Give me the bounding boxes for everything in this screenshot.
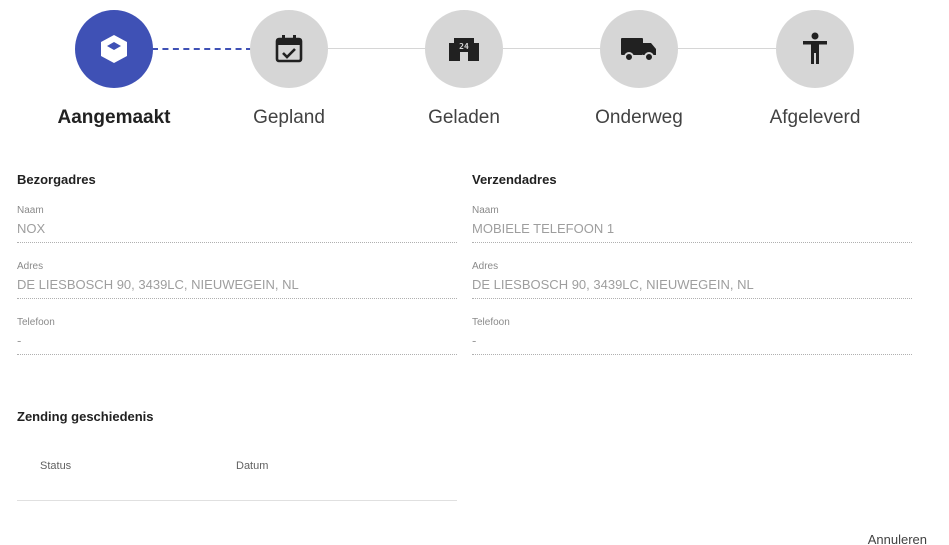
box-icon [101,35,127,63]
step-label: Gepland [253,107,325,128]
name-field: Naam MOBIELE TELEFOON 1 [472,205,912,261]
shipment-detail-page: Aangemaakt Gepland 24 Geladen Onderweg A… [0,0,949,545]
field-label: Telefoon [17,317,55,328]
warehouse-24-icon: 24 [449,38,479,61]
person-icon [803,32,827,64]
section-title: Zending geschiedenis [17,409,154,424]
step-label: Onderweg [595,107,683,128]
step-onderweg[interactable]: Onderweg [559,10,719,129]
field-value: - [17,333,457,355]
field-value: - [472,333,912,355]
name-field: Naam NOX [17,205,457,261]
billing-address-section: Bezorgadres Naam NOX Adres DE LIESBOSCH … [17,172,457,373]
column-header-datum[interactable]: Datum [236,460,268,472]
step-circle: 24 [425,10,503,88]
field-value: NOX [17,221,457,243]
field-label: Naam [472,205,499,216]
phone-field: Telefoon - [17,317,457,373]
step-gepland[interactable]: Gepland [209,10,369,129]
step-circle [776,10,854,88]
step-circle [600,10,678,88]
field-label: Naam [17,205,44,216]
cancel-button[interactable]: Annuleren [868,532,927,545]
history-table: Status Datum [17,460,457,501]
step-circle [75,10,153,88]
field-value: DE LIESBOSCH 90, 3439LC, NIEUWEGEIN, NL [472,277,912,299]
section-title: Bezorgadres [17,172,96,187]
field-label: Adres [472,261,499,272]
section-title: Verzendadres [472,172,557,187]
svg-text:24: 24 [459,42,469,51]
field-label: Telefoon [472,317,510,328]
address-field: Adres DE LIESBOSCH 90, 3439LC, NIEUWEGEI… [472,261,912,317]
shipping-address-section: Verzendadres Naam MOBIELE TELEFOON 1 Adr… [472,172,912,373]
step-circle [250,10,328,88]
truck-icon [621,38,656,62]
phone-field: Telefoon - [472,317,912,373]
step-afgeleverd[interactable]: Afgeleverd [735,10,895,129]
step-label: Afgeleverd [769,107,861,128]
field-value: DE LIESBOSCH 90, 3439LC, NIEUWEGEIN, NL [17,277,457,299]
step-label: Aangemaakt [57,107,171,128]
step-geladen[interactable]: 24 Geladen [384,10,544,129]
step-label: Geladen [428,107,500,128]
field-value: MOBIELE TELEFOON 1 [472,221,912,243]
shipment-progress-stepper: Aangemaakt Gepland 24 Geladen Onderweg A… [0,0,949,140]
field-label: Adres [17,261,44,272]
column-header-status[interactable]: Status [40,460,71,472]
address-field: Adres DE LIESBOSCH 90, 3439LC, NIEUWEGEI… [17,261,457,317]
step-aangemaakt[interactable]: Aangemaakt [34,10,194,129]
shipment-history-section: Zending geschiedenis Status Datum [17,409,457,501]
calendar-check-icon [275,35,303,63]
